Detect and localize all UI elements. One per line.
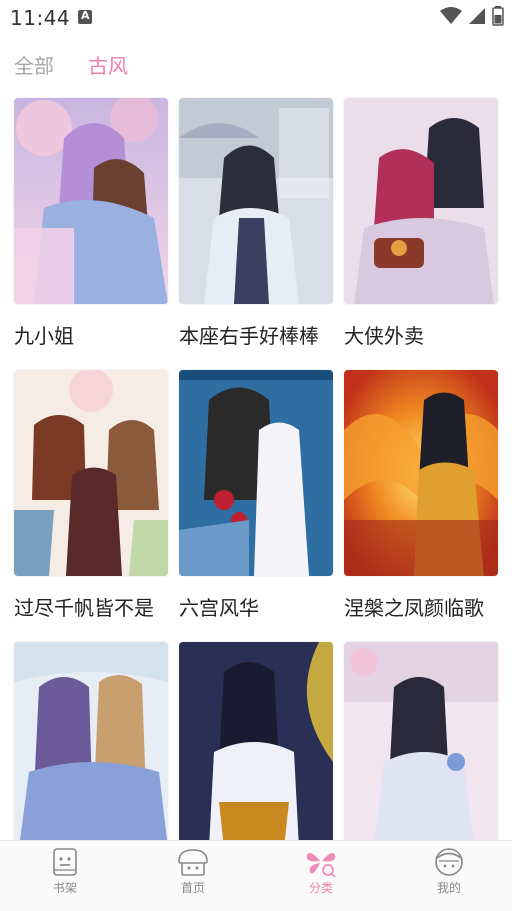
- nav-mine[interactable]: 我的: [404, 847, 494, 896]
- comic-title: 六宫风华: [179, 596, 259, 620]
- tab-gufeng[interactable]: 古风: [88, 50, 128, 79]
- comic-cover[interactable]: [179, 370, 333, 576]
- category-icon: [306, 853, 336, 877]
- nav-bookshelf[interactable]: 书架: [20, 847, 110, 896]
- comic-cover[interactable]: [344, 370, 498, 576]
- comic-cover[interactable]: [179, 642, 333, 848]
- nav-bookshelf-label: 书架: [52, 881, 77, 895]
- wifi-icon: [440, 7, 462, 24]
- nav-mine-label: 我的: [436, 881, 461, 895]
- bottom-nav: 书架 首页 分类 我的: [0, 840, 512, 911]
- comic-card[interactable]: 大侠外卖: [344, 98, 498, 349]
- comic-card[interactable]: 过尽千帆皆不是: [14, 370, 168, 621]
- nav-home[interactable]: 首页: [148, 847, 238, 896]
- profile-icon: [435, 848, 463, 876]
- comic-cover[interactable]: [14, 370, 168, 576]
- comic-card[interactable]: 涅槃之凤颜临歌: [344, 370, 498, 621]
- status-bar: 11:44: [0, 0, 512, 36]
- comic-cover[interactable]: [344, 642, 498, 848]
- nav-category-label: 分类: [308, 881, 333, 895]
- status-icons: [440, 6, 504, 26]
- nav-home-label: 首页: [180, 881, 205, 895]
- home-icon: [178, 849, 208, 876]
- notification-icon: [78, 9, 92, 24]
- comic-card[interactable]: [179, 642, 333, 864]
- comic-title: 大侠外卖: [344, 324, 424, 348]
- comic-card[interactable]: 九小姐: [14, 98, 168, 349]
- comic-card[interactable]: [14, 642, 168, 864]
- comic-title: 九小姐: [14, 324, 74, 348]
- comic-title: 过尽千帆皆不是: [14, 596, 154, 620]
- comic-cover[interactable]: [179, 98, 333, 304]
- status-time: 11:44: [10, 6, 71, 30]
- comic-card[interactable]: [344, 642, 498, 864]
- tab-all[interactable]: 全部: [14, 50, 54, 79]
- battery-icon: [492, 6, 504, 26]
- nav-category[interactable]: 分类: [276, 847, 366, 896]
- comic-cover[interactable]: [344, 98, 498, 304]
- comic-title: 涅槃之凤颜临歌: [344, 596, 484, 620]
- comic-card[interactable]: 六宫风华: [179, 370, 333, 621]
- comic-title: 本座右手好棒棒: [179, 324, 319, 348]
- comic-card[interactable]: 本座右手好棒棒: [179, 98, 333, 349]
- comic-cover[interactable]: [14, 642, 168, 848]
- signal-icon: [469, 8, 485, 24]
- category-tabs: 全部 古风: [0, 50, 512, 86]
- comic-cover[interactable]: [14, 98, 168, 304]
- bookshelf-icon: [53, 848, 77, 876]
